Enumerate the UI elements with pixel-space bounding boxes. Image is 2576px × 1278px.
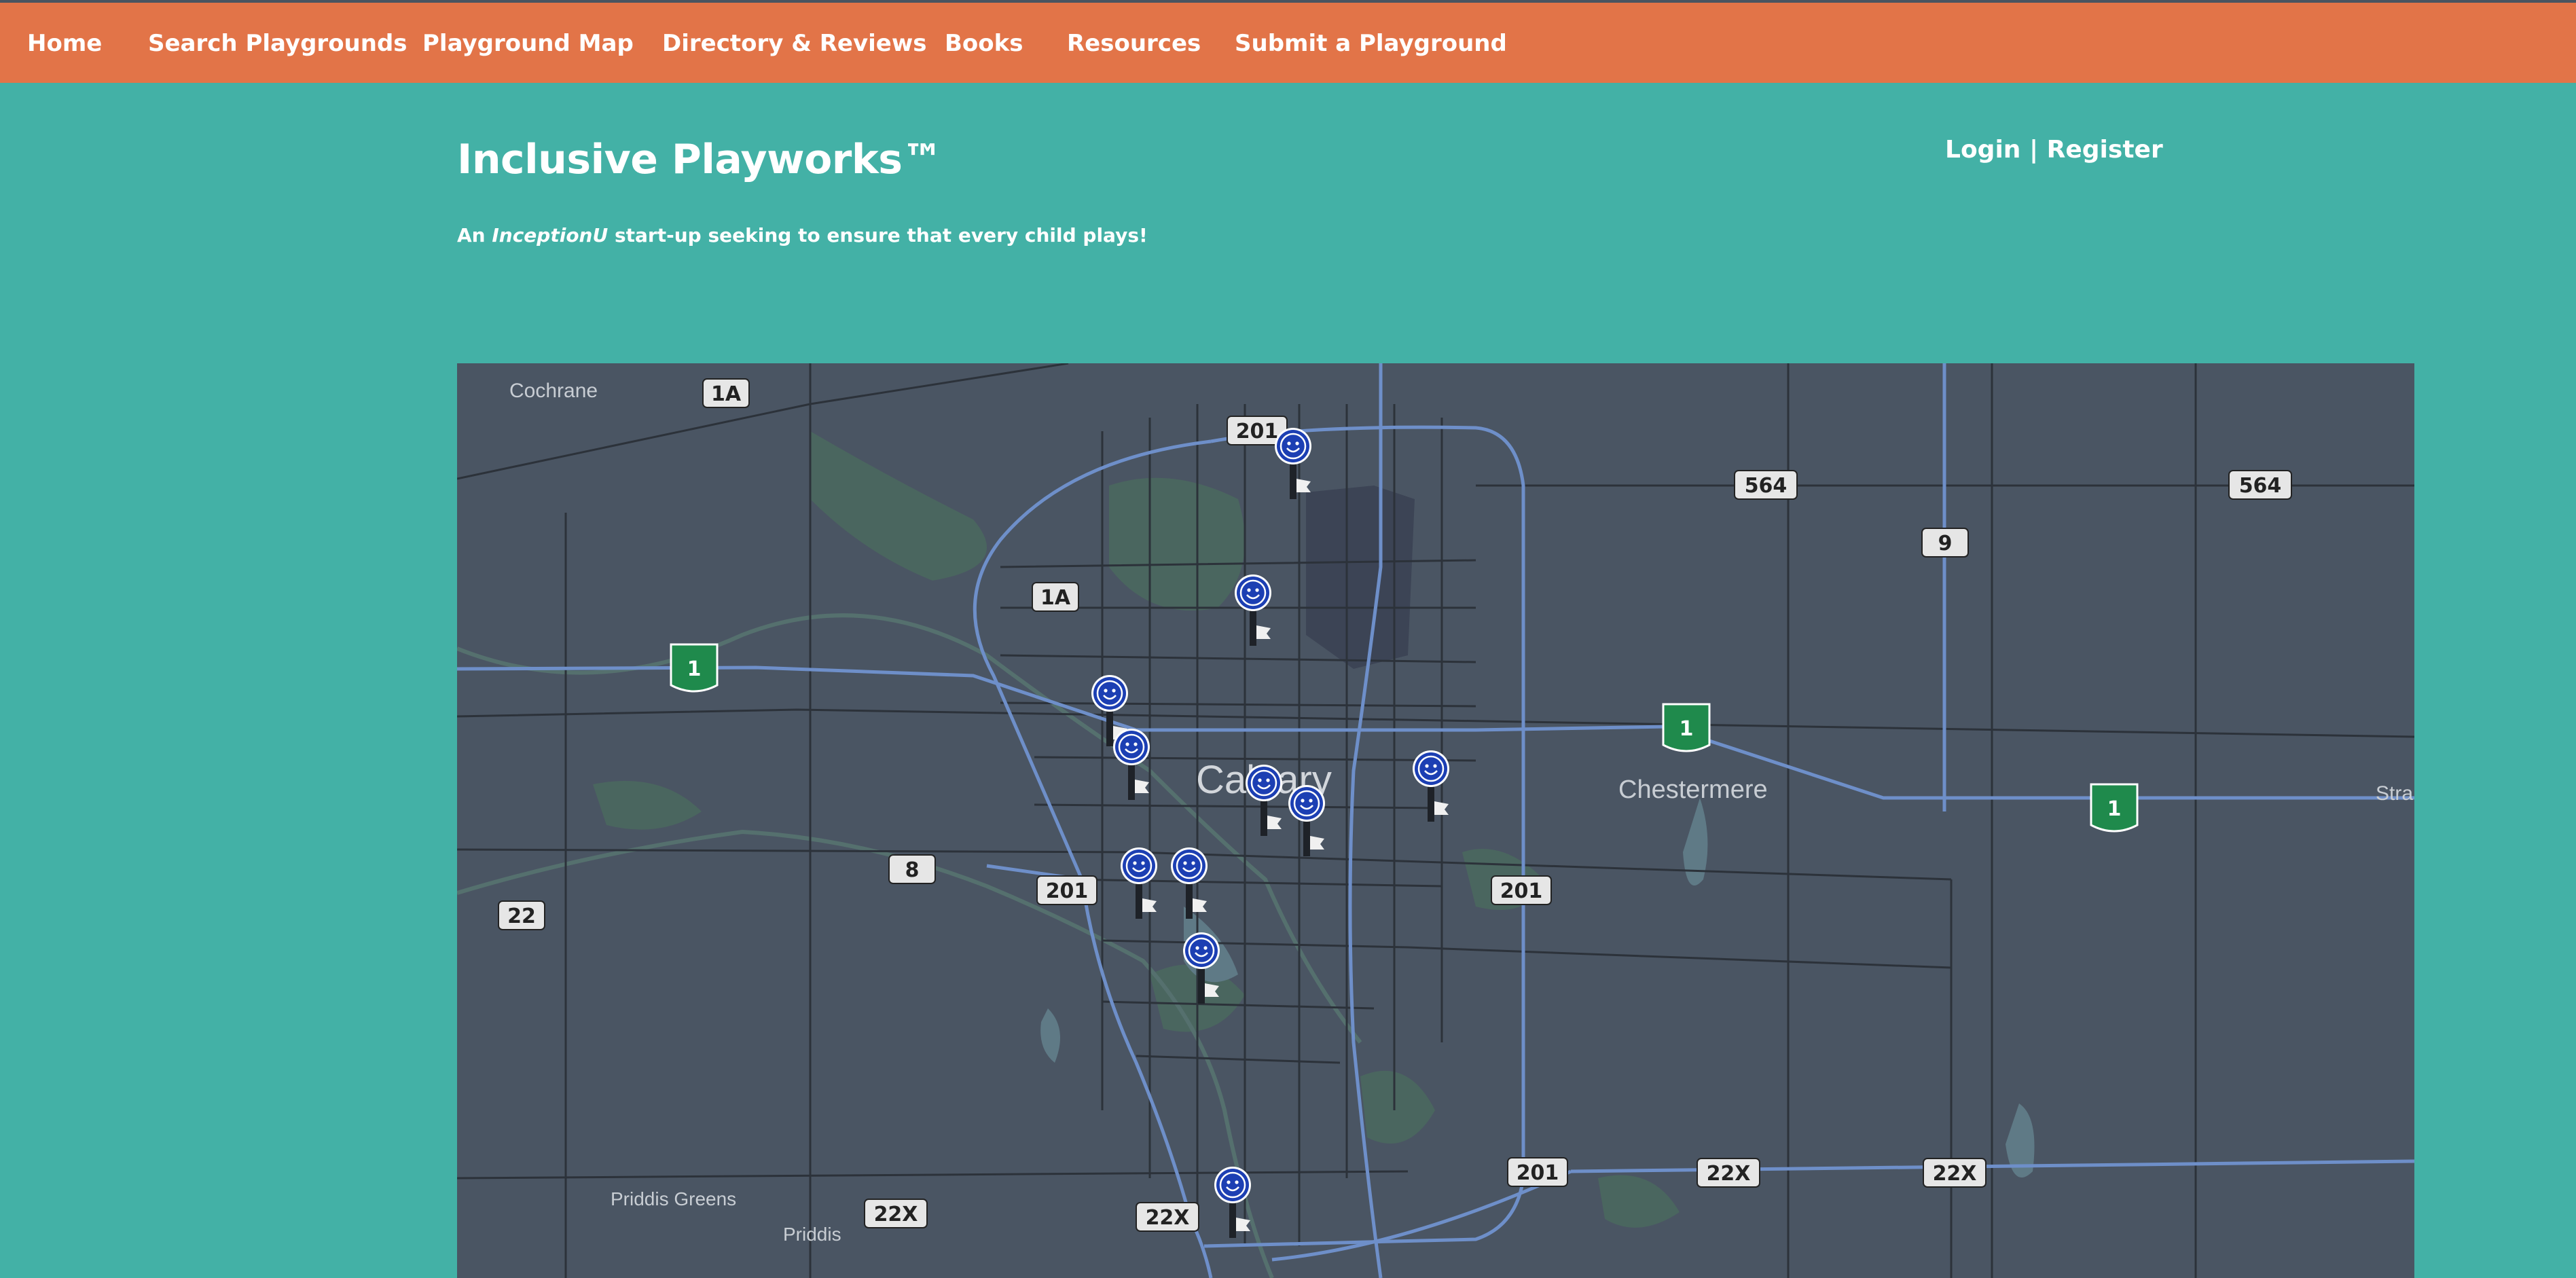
svg-text:201: 201 (1500, 879, 1543, 903)
login-link[interactable]: Login (1945, 136, 2020, 164)
place-label: Stra (2376, 782, 2413, 805)
playground-marker-pin[interactable] (1411, 749, 1451, 823)
playground-marker-pin[interactable] (1287, 784, 1326, 858)
playground-marker-pin[interactable] (1119, 846, 1159, 920)
site-title: Inclusive Playworks™ (457, 136, 943, 183)
svg-text:1: 1 (687, 657, 702, 681)
auth-separator: | (2020, 136, 2047, 164)
road-shield: 22X (1923, 1158, 1987, 1188)
road-shield: 22X (864, 1199, 928, 1228)
road-shield: 22X (1697, 1158, 1760, 1188)
playground-marker-pin[interactable] (1233, 573, 1273, 647)
playground-marker-pin[interactable] (1112, 727, 1151, 801)
road-shield: 1A (1032, 582, 1079, 612)
road-shield: 564 (1734, 470, 1798, 500)
place-label: Cochrane (509, 380, 598, 402)
place-label: Chestermere (1618, 775, 1768, 804)
tagline-brand: InceptionU (492, 224, 609, 247)
tagline: An InceptionU start-up seeking to ensure… (457, 224, 1148, 247)
svg-text:1A: 1A (711, 382, 742, 406)
svg-text:1: 1 (1680, 717, 1694, 741)
svg-text:201: 201 (1046, 879, 1089, 903)
svg-text:22X: 22X (1707, 1162, 1751, 1186)
svg-text:22X: 22X (874, 1203, 918, 1226)
svg-text:8: 8 (905, 858, 920, 882)
nav-books-link[interactable]: Books (945, 30, 1023, 57)
svg-text:1: 1 (2107, 797, 2122, 821)
playground-marker-pin[interactable] (1273, 426, 1313, 500)
road-shield: 1A (702, 378, 750, 408)
tagline-suffix: start-up seeking to ensure that every ch… (608, 224, 1148, 247)
svg-text:22X: 22X (1933, 1162, 1977, 1186)
road-shield: 22X (1136, 1202, 1199, 1232)
nav-resources-link[interactable]: Resources (1067, 30, 1201, 57)
map-canvas[interactable]: Cochrane Chestermere Priddis Greens Prid… (457, 363, 2414, 1278)
playground-marker-pin[interactable] (1169, 846, 1209, 920)
svg-text:201: 201 (1517, 1161, 1559, 1185)
road-shield: 8 (888, 854, 936, 884)
top-navigation-bar: Home Search Playgrounds Playground Map D… (0, 0, 2576, 83)
road-shield: 9 (1921, 528, 1969, 558)
road-shield: 201 (1491, 875, 1552, 905)
nav-submit-playground-link[interactable]: Submit a Playground (1235, 30, 1507, 57)
road-shield: 22 (498, 900, 545, 930)
svg-text:564: 564 (1745, 474, 1788, 498)
register-link[interactable]: Register (2047, 136, 2163, 164)
tagline-prefix: An (457, 224, 492, 247)
place-label: Priddis (783, 1224, 841, 1245)
airport-area (1306, 486, 1415, 669)
trans-canada-shield: 1 (670, 643, 719, 693)
nav-search-playgrounds-link[interactable]: Search Playgrounds (148, 30, 407, 57)
nav-directory-reviews-link[interactable]: Directory & Reviews (662, 30, 927, 57)
trans-canada-shield: 1 (1662, 703, 1711, 752)
svg-text:1A: 1A (1040, 586, 1071, 610)
place-label: Priddis Greens (611, 1188, 736, 1209)
svg-text:22X: 22X (1146, 1206, 1190, 1230)
svg-text:9: 9 (1938, 532, 1953, 555)
map-green-areas (593, 431, 1680, 1228)
nav-home-link[interactable]: Home (27, 30, 102, 57)
road-shield: 201 (1036, 875, 1097, 905)
svg-text:22: 22 (507, 905, 536, 928)
svg-text:564: 564 (2239, 474, 2282, 498)
svg-text:201: 201 (1236, 420, 1279, 443)
road-shield: 564 (2228, 470, 2292, 500)
playground-map[interactable]: Cochrane Chestermere Priddis Greens Prid… (457, 363, 2414, 1278)
road-shield: 201 (1507, 1157, 1568, 1187)
nav-playground-map-link[interactable]: Playground Map (422, 30, 634, 57)
trans-canada-shield: 1 (2090, 783, 2139, 833)
auth-links: Login | Register (1945, 136, 2163, 164)
